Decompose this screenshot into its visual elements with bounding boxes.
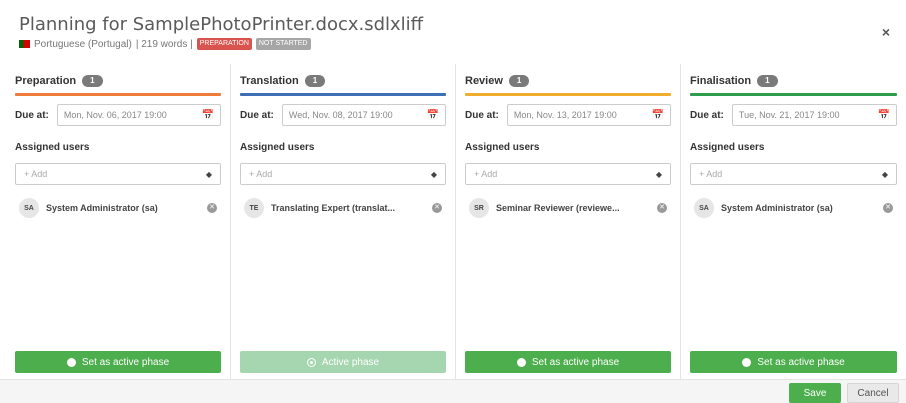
phase-count-badge: 1 — [508, 75, 530, 87]
phase-color-bar — [15, 93, 221, 96]
avatar: TE — [244, 198, 264, 218]
status-badge: NOT STARTED — [255, 38, 311, 50]
due-date-input[interactable]: Mon, Nov. 13, 2017 19:00 📅 — [506, 104, 671, 126]
select-caret-icon: ◆ — [205, 169, 212, 179]
phase-count-badge: 1 — [82, 75, 103, 87]
phase-column-preparation: Preparation 1 Due at: Mon, Nov. 06, 2017… — [6, 64, 231, 379]
due-row: Due at: Tue, Nov. 21, 2017 19:00 📅 — [690, 104, 897, 126]
button-label: Set as active phase — [81, 356, 170, 368]
phase-name: Review — [465, 75, 503, 87]
select-caret-icon: ◆ — [881, 169, 888, 179]
phase-color-bar — [465, 93, 671, 96]
phase-name: Preparation — [15, 75, 77, 87]
close-icon[interactable]: × — [882, 24, 890, 40]
remove-user-icon[interactable]: ✕ — [657, 203, 667, 213]
due-date-value: Tue, Nov. 21, 2017 19:00 — [738, 110, 840, 120]
calendar-icon[interactable]: 📅 — [202, 110, 214, 121]
portugal-flag-icon — [19, 40, 30, 48]
phase-column-review: Review 1 Due at: Mon, Nov. 13, 2017 19:0… — [456, 64, 681, 379]
phase-count-badge: 1 — [304, 75, 326, 87]
due-row: Due at: Mon, Nov. 06, 2017 19:00 📅 — [15, 104, 221, 126]
button-label: Set as active phase — [531, 356, 620, 368]
assigned-users-label: Assigned users — [690, 142, 765, 153]
dialog-footer: Save Cancel — [0, 379, 906, 403]
due-date-input[interactable]: Mon, Nov. 06, 2017 19:00 📅 — [56, 104, 221, 126]
assigned-users-label: Assigned users — [240, 142, 315, 153]
add-user-placeholder: + Add — [699, 169, 723, 179]
phase-header: Review 1 — [465, 72, 671, 90]
phase-color-bar — [690, 93, 897, 96]
assigned-user: SA System Administrator (sa) ✕ — [690, 198, 897, 218]
phase-name: Finalisation — [690, 75, 752, 87]
phase-color-bar — [240, 93, 446, 96]
file-info: Portuguese (Portugal) | 219 words | PREP… — [19, 38, 311, 50]
circle-icon — [516, 357, 526, 367]
phase-column-translation: Translation 1 Due at: Wed, Nov. 08, 2017… — [231, 64, 456, 379]
due-date-value: Mon, Nov. 06, 2017 19:00 — [63, 110, 167, 120]
avatar: SR — [469, 198, 489, 218]
remove-user-icon[interactable]: ✕ — [207, 203, 217, 213]
set-active-phase-button[interactable]: Set as active phase — [690, 351, 897, 373]
set-active-phase-button[interactable]: Set as active phase — [465, 351, 671, 373]
due-date-value: Mon, Nov. 13, 2017 19:00 — [513, 110, 617, 120]
calendar-icon[interactable]: 📅 — [878, 110, 890, 121]
user-name: Translating Expert (translat... — [271, 203, 396, 213]
user-name: Seminar Reviewer (reviewe... — [496, 203, 620, 213]
save-button[interactable]: Save — [789, 383, 841, 403]
dialog-title: Planning for SamplePhotoPrinter.docx.sdl… — [19, 14, 424, 35]
due-row: Due at: Mon, Nov. 13, 2017 19:00 📅 — [465, 104, 671, 126]
remove-user-icon[interactable]: ✕ — [883, 203, 893, 213]
assigned-user: SA System Administrator (sa) ✕ — [15, 198, 221, 218]
due-label: Due at: — [465, 109, 499, 121]
active-phase-button: Active phase — [240, 351, 446, 373]
due-label: Due at: — [240, 109, 274, 121]
select-caret-icon: ◆ — [655, 169, 662, 179]
assigned-users-label: Assigned users — [15, 142, 90, 153]
assigned-user: TE Translating Expert (translat... ✕ — [240, 198, 446, 218]
language-label: Portuguese (Portugal) — [34, 38, 132, 50]
add-user-select[interactable]: + Add ◆ — [240, 163, 446, 185]
due-date-value: Wed, Nov. 08, 2017 19:00 — [288, 110, 393, 120]
button-label: Active phase — [321, 356, 380, 368]
due-label: Due at: — [690, 109, 724, 121]
user-name: System Administrator (sa) — [721, 203, 833, 213]
avatar: SA — [694, 198, 714, 218]
phase-header: Finalisation 1 — [690, 72, 897, 90]
due-date-input[interactable]: Tue, Nov. 21, 2017 19:00 📅 — [731, 104, 897, 126]
set-active-phase-button[interactable]: Set as active phase — [15, 351, 221, 373]
add-user-placeholder: + Add — [474, 169, 498, 179]
assigned-user: SR Seminar Reviewer (reviewe... ✕ — [465, 198, 671, 218]
add-user-select[interactable]: + Add ◆ — [690, 163, 897, 185]
calendar-icon[interactable]: 📅 — [652, 110, 664, 121]
phase-header: Translation 1 — [240, 72, 446, 90]
target-icon — [306, 357, 316, 367]
phase-column-finalisation: Finalisation 1 Due at: Tue, Nov. 21, 201… — [681, 64, 906, 379]
phase-badge: PREPARATION — [196, 38, 252, 50]
add-user-select[interactable]: + Add ◆ — [465, 163, 671, 185]
phase-count-badge: 1 — [757, 75, 778, 87]
phases-container: Preparation 1 Due at: Mon, Nov. 06, 2017… — [6, 64, 906, 379]
user-name: System Administrator (sa) — [46, 203, 158, 213]
assigned-users-label: Assigned users — [465, 142, 540, 153]
due-row: Due at: Wed, Nov. 08, 2017 19:00 📅 — [240, 104, 446, 126]
phase-header: Preparation 1 — [15, 72, 221, 90]
add-user-select[interactable]: + Add ◆ — [15, 163, 221, 185]
select-caret-icon: ◆ — [430, 169, 437, 179]
due-label: Due at: — [15, 109, 49, 121]
dialog-header: Planning for SamplePhotoPrinter.docx.sdl… — [0, 0, 906, 62]
button-label: Set as active phase — [757, 356, 845, 368]
add-user-placeholder: + Add — [24, 169, 48, 179]
circle-icon — [66, 357, 76, 367]
remove-user-icon[interactable]: ✕ — [432, 203, 442, 213]
add-user-placeholder: + Add — [249, 169, 273, 179]
circle-icon — [742, 357, 752, 367]
word-count: | 219 words | — [135, 38, 193, 50]
calendar-icon[interactable]: 📅 — [427, 110, 439, 121]
cancel-button[interactable]: Cancel — [847, 383, 899, 403]
phase-name: Translation — [240, 75, 299, 87]
due-date-input[interactable]: Wed, Nov. 08, 2017 19:00 📅 — [281, 104, 446, 126]
avatar: SA — [19, 198, 39, 218]
